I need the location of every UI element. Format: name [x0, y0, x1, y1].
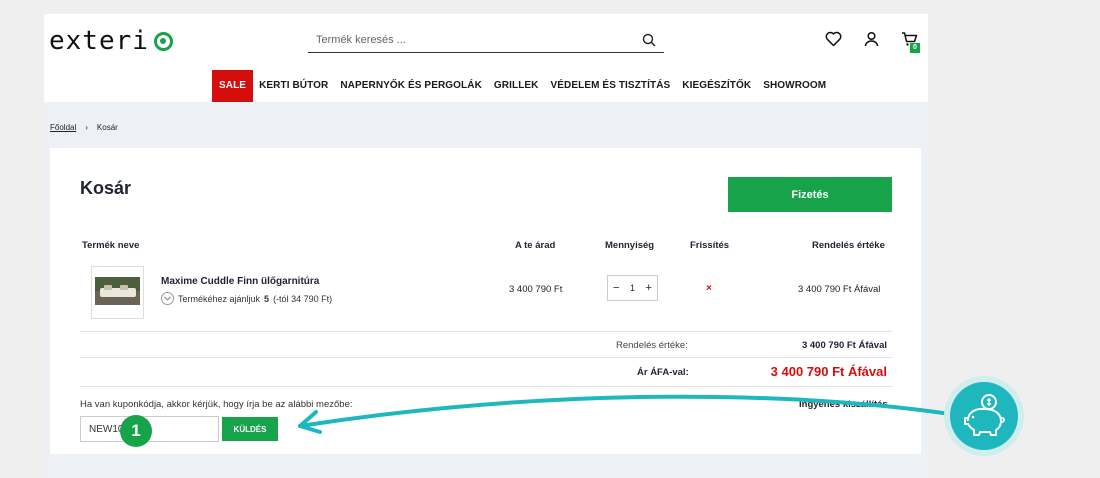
item-total: 3 400 790 Ft Áfával [798, 284, 881, 295]
logo[interactable]: exteri [49, 26, 173, 56]
col-header-name: Termék neve [82, 240, 140, 251]
col-header-update: Frissítés [690, 240, 730, 251]
nav-item-kerti-butor[interactable]: KERTI BÚTOR [253, 70, 334, 102]
col-header-quantity: Mennyiség [605, 240, 655, 251]
divider [80, 357, 892, 358]
search-bar [308, 29, 664, 53]
user-icon[interactable] [864, 31, 879, 47]
nav-item-sale[interactable]: SALE [212, 70, 254, 102]
piggy-bank-icon [964, 394, 1005, 436]
logo-o-icon [153, 31, 173, 51]
header: exteri 0 [44, 14, 928, 70]
divider [80, 331, 892, 332]
nav-item-showroom[interactable]: SHOWROOM [757, 70, 832, 102]
remove-item-button[interactable]: × [706, 283, 712, 294]
piggy-bank-badge [950, 382, 1018, 450]
main-nav: SALE KERTI BÚTOR NAPERNYŐK ÉS PERGOLÁK G… [44, 70, 928, 102]
qty-value[interactable]: 1 [630, 283, 635, 293]
step-number-badge: 1 [120, 415, 152, 447]
heart-icon[interactable] [825, 31, 842, 47]
item-price: 3 400 790 Ft [509, 284, 563, 295]
nav-item-napernyok[interactable]: NAPERNYŐK ÉS PERGOLÁK [334, 70, 488, 102]
vat-total-value: 3 400 790 Ft Áfával [770, 364, 887, 379]
checkout-button[interactable]: Fizetés [728, 177, 892, 212]
cart-card: Kosár Fizetés Termék neve A te árad Menn… [50, 148, 921, 454]
recommendation-count: 5 [264, 293, 270, 304]
chevron-down-icon[interactable] [161, 292, 174, 305]
divider [80, 386, 892, 387]
nav-item-vedelem[interactable]: VÉDELEM ÉS TISZTÍTÁS [545, 70, 677, 102]
vat-total-label: Ár ÁFA-val: [637, 367, 689, 378]
col-header-total: Rendelés értéke [812, 240, 885, 251]
search-input[interactable] [308, 29, 628, 51]
order-value: 3 400 790 Ft Áfával [801, 340, 887, 351]
breadcrumb: Főoldal › Kosár [50, 123, 118, 132]
recommendation-price: (-tól 34 790 Ft) [273, 293, 333, 304]
product-name-link[interactable]: Maxime Cuddle Finn ülőgarnitúra [161, 276, 319, 287]
thumb-cushion [104, 285, 112, 290]
col-header-price: A te árad [515, 240, 556, 251]
qty-plus-button[interactable]: + [646, 282, 652, 294]
coupon-submit-button[interactable]: KÜLDÉS [222, 417, 278, 441]
nav-item-grillek[interactable]: GRILLEK [488, 70, 545, 102]
coupon-label: Ha van kuponkódja, akkor kérjük, hogy ír… [80, 399, 353, 410]
recommendation-row[interactable]: Termékéhez ajánljuk 5 (-tól 34 790 Ft) [161, 292, 332, 305]
order-value-label: Rendelés értéke: [616, 340, 688, 351]
qty-minus-button[interactable]: − [613, 282, 619, 294]
site-container: exteri 0 SALE KERTI BÚTOR NAPERNYŐK ÉS P… [44, 14, 928, 478]
nav-item-kiegeszitok[interactable]: KIEGÉSZÍTŐK [676, 70, 757, 102]
breadcrumb-home-link[interactable]: Főoldal [50, 123, 76, 132]
breadcrumb-separator: › [85, 123, 88, 132]
logo-text: exteri [49, 26, 149, 56]
product-thumbnail[interactable] [91, 266, 144, 319]
breadcrumb-current: Kosár [96, 123, 118, 132]
thumb-cushion [120, 285, 128, 290]
cart-count-badge: 0 [910, 43, 920, 53]
page-title: Kosár [80, 178, 132, 198]
quantity-stepper: − 1 + [607, 275, 658, 301]
recommendation-text: Termékéhez ajánljuk [178, 293, 261, 304]
free-shipping-label: Ingyenes kiszállítás [799, 399, 888, 410]
search-icon[interactable] [642, 33, 656, 47]
